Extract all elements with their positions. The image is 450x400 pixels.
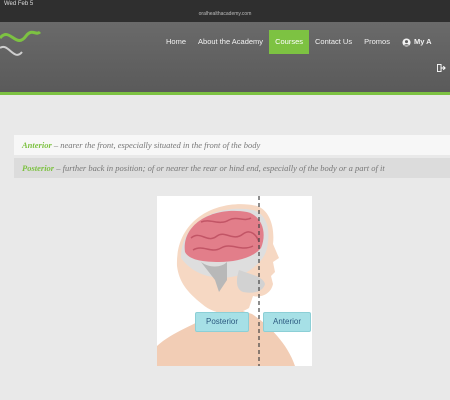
browser-status-bar: Wed Feb 5 oralhealthacademy.com [0, 0, 450, 22]
description-posterior: – further back in position; of or nearer… [54, 163, 385, 173]
term-anterior: Anterior [22, 140, 52, 150]
anterior-label: Anterior [263, 312, 311, 332]
status-date: Wed Feb 5 [4, 1, 34, 7]
nav-account[interactable]: My A [396, 30, 438, 54]
nav-courses[interactable]: Courses [269, 30, 309, 54]
definition-posterior: Posterior – further back in position; of… [14, 158, 450, 178]
user-icon [402, 37, 411, 47]
posterior-label: Posterior [195, 312, 249, 332]
head-profile-image [157, 196, 295, 366]
description-anterior: – nearer the front, especially situated … [51, 140, 261, 150]
account-label: My A [413, 37, 432, 46]
site-header: Home About the Academy Courses Contact U… [0, 22, 450, 92]
anatomy-illustration: Posterior Anterior [157, 196, 312, 366]
logout-icon[interactable] [437, 64, 446, 72]
main-nav: Home About the Academy Courses Contact U… [160, 30, 438, 54]
nav-contact[interactable]: Contact Us [309, 30, 358, 54]
header-accent-line [0, 92, 450, 95]
address-url[interactable]: oralhealthacademy.com [0, 11, 450, 17]
logo-wave-icon[interactable] [0, 22, 60, 72]
nav-about[interactable]: About the Academy [192, 30, 269, 54]
nav-promos[interactable]: Promos [358, 30, 396, 54]
definition-anterior: Anterior – nearer the front, especially … [14, 135, 450, 155]
term-posterior: Posterior [22, 163, 55, 173]
nav-home[interactable]: Home [160, 30, 192, 54]
